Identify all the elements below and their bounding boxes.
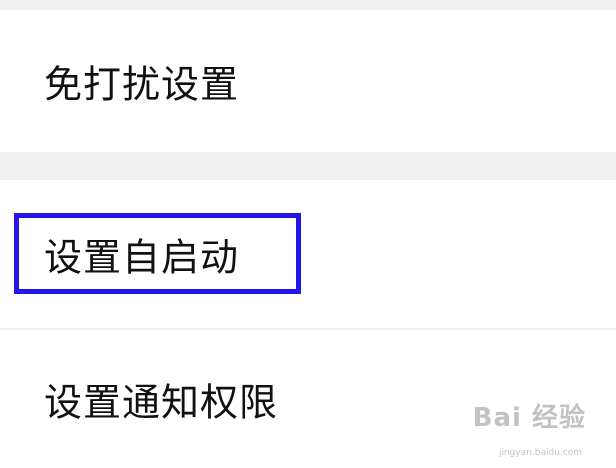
watermark-brand: Bai 经验 [472,403,586,433]
settings-item-label: 设置通知权限 [44,380,279,425]
settings-item-label: 设置自启动 [44,235,240,280]
settings-item-auto-start[interactable]: 设置自启动 [0,180,616,328]
settings-item-do-not-disturb[interactable]: 免打扰设置 [0,10,616,152]
section-gap-top [0,0,616,10]
settings-screen: 免打扰设置 设置自启动 设置通知权限 Bai 经验 jingyan.baidu.… [0,0,616,468]
section-gap [0,152,616,180]
settings-item-label: 免打扰设置 [44,62,240,107]
watermark-url: jingyan.baidu.com [498,448,582,458]
